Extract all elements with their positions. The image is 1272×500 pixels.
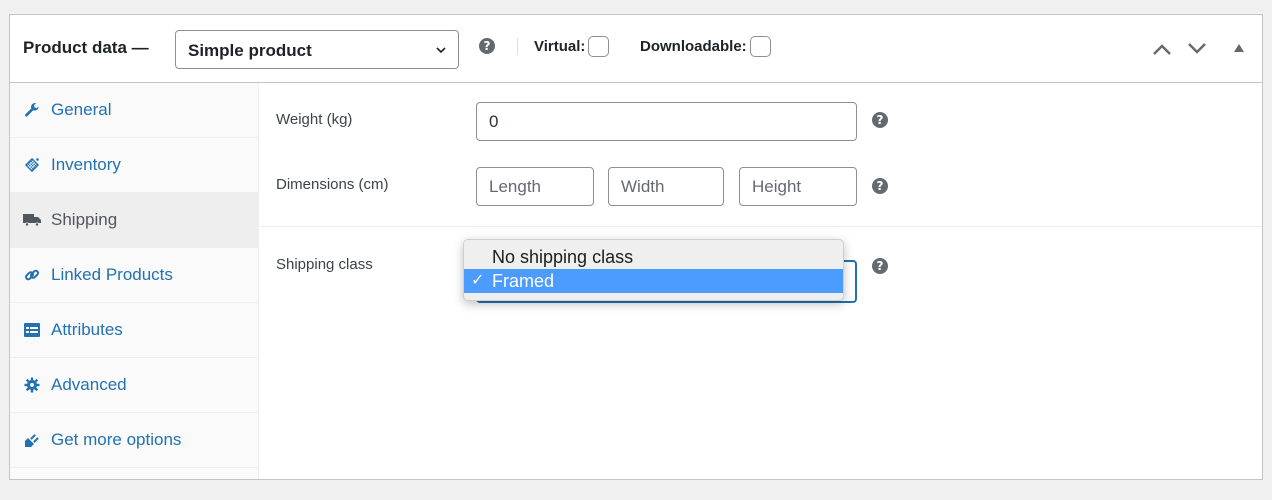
plug-icon: [23, 431, 41, 449]
tab-get-more-options[interactable]: Get more options: [10, 413, 258, 468]
product-data-panel: Product data — Simple product ? Virtual:…: [9, 14, 1263, 480]
divider: [260, 226, 1262, 227]
checkmark-icon: ✓: [471, 272, 485, 289]
product-type-value: Simple product: [188, 41, 312, 60]
height-input[interactable]: Height: [739, 167, 857, 206]
panel-title: Product data —: [23, 38, 149, 57]
shipping-class-dropdown: No shipping class ✓ Framed: [463, 239, 844, 301]
tab-shipping[interactable]: Shipping: [10, 193, 258, 248]
product-type-select[interactable]: Simple product: [175, 30, 459, 69]
tab-general[interactable]: General: [10, 83, 258, 138]
dimensions-help-icon[interactable]: ?: [872, 178, 888, 194]
virtual-checkbox-group[interactable]: Virtual:: [534, 36, 610, 57]
tab-attributes[interactable]: Attributes: [10, 303, 258, 358]
product-data-tabs: General Inventory Shipping Linked Produc…: [10, 83, 259, 479]
dimensions-label: Dimensions (cm): [276, 176, 389, 193]
shipping-class-label: Shipping class: [276, 256, 373, 273]
tabs-spacer: [10, 468, 258, 482]
virtual-label: Virtual:: [534, 38, 586, 55]
tab-label: Inventory: [51, 155, 121, 174]
virtual-checkbox[interactable]: [588, 36, 610, 57]
move-up-icon[interactable]: [1152, 42, 1172, 56]
gear-icon: [23, 376, 41, 394]
tab-label: Advanced: [51, 375, 127, 394]
weight-help-icon[interactable]: ?: [872, 112, 888, 128]
panel-header: Product data — Simple product ? Virtual:…: [10, 15, 1262, 83]
weight-input[interactable]: 0: [476, 102, 857, 141]
tag-icon: [23, 156, 41, 174]
divider: [517, 38, 518, 55]
wrench-icon: [23, 101, 41, 119]
width-input[interactable]: Width: [608, 167, 724, 206]
shipping-panel: Weight (kg) 0 ? Dimensions (cm) Length W…: [260, 83, 1262, 479]
collapse-toggle-icon[interactable]: [1233, 43, 1245, 53]
tab-label: Attributes: [51, 320, 123, 339]
option-label: Framed: [492, 271, 555, 291]
downloadable-checkbox-group[interactable]: Downloadable:: [640, 36, 771, 57]
downloadable-checkbox[interactable]: [749, 36, 771, 57]
downloadable-label: Downloadable:: [640, 38, 747, 55]
truck-icon: [23, 211, 41, 229]
tab-linked-products[interactable]: Linked Products: [10, 248, 258, 303]
option-label: No shipping class: [492, 247, 634, 267]
dropdown-option-no-shipping-class[interactable]: No shipping class: [464, 245, 843, 269]
length-input[interactable]: Length: [476, 167, 594, 206]
link-icon: [23, 266, 41, 284]
tab-inventory[interactable]: Inventory: [10, 138, 258, 193]
weight-label: Weight (kg): [276, 111, 353, 128]
tab-label: Linked Products: [51, 265, 173, 284]
list-icon: [23, 321, 41, 339]
help-icon[interactable]: ?: [479, 38, 495, 54]
tab-label: Shipping: [51, 210, 118, 229]
shipping-class-help-icon[interactable]: ?: [872, 258, 888, 274]
tab-label: Get more options: [51, 430, 182, 449]
tab-advanced[interactable]: Advanced: [10, 358, 258, 413]
chevron-down-icon: [436, 47, 446, 54]
move-down-icon[interactable]: [1187, 42, 1207, 56]
dropdown-option-framed[interactable]: ✓ Framed: [464, 269, 843, 293]
tab-label: General: [51, 100, 112, 119]
